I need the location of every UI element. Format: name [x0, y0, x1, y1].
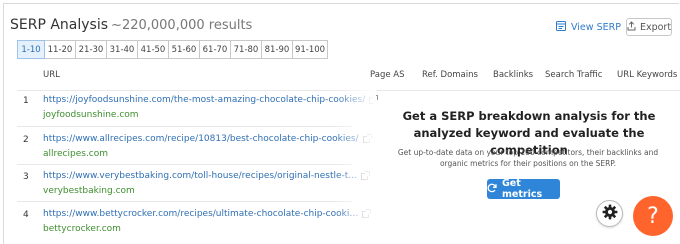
column-ref-domains[interactable]: Ref. Domains — [422, 70, 478, 80]
export-label: Export — [639, 21, 672, 33]
page-button-11-20[interactable]: 11-20 — [44, 40, 76, 59]
page-button-31-40[interactable]: 31-40 — [106, 40, 138, 59]
result-url: https://joyfoodsunshine.com/the-most-ama… — [43, 95, 366, 105]
result-url-link[interactable]: https://www.bettycrocker.com/recipes/ult… — [43, 208, 372, 219]
page-button-1-10[interactable]: 1-10 — [17, 40, 45, 59]
result-domain: joyfoodsunshine.com — [43, 110, 139, 120]
row-number: 4 — [23, 210, 29, 220]
row-number: 1 — [23, 96, 29, 106]
result-url: https://www.verybestbaking.com/toll-hous… — [43, 171, 358, 181]
row-divider — [17, 201, 352, 202]
view-serp-link[interactable]: View SERP — [556, 21, 621, 34]
result-url-link[interactable]: https://www.verybestbaking.com/toll-hous… — [43, 170, 371, 181]
row-divider — [17, 126, 352, 127]
result-url-link[interactable]: https://www.allrecipes.com/recipe/10813/… — [43, 133, 372, 144]
promo-subtitle: Get up-to-date data on your top 100 comp… — [397, 148, 659, 168]
result-domain: verybestbaking.com — [43, 186, 135, 196]
page-button-61-70[interactable]: 61-70 — [199, 40, 231, 59]
result-domain: bettycrocker.com — [43, 224, 121, 234]
column-backlinks[interactable]: Backlinks — [493, 70, 533, 80]
table-header: URL Page AS Ref. Domains Backlinks Searc… — [0, 70, 680, 84]
title-text: SERP Analysis — [10, 17, 109, 33]
column-url-keywords[interactable]: URL Keywords — [617, 70, 677, 80]
result-url: https://www.bettycrocker.com/recipes/ult… — [43, 209, 359, 219]
export-button[interactable]: Export — [626, 18, 672, 36]
page-button-71-80[interactable]: 71-80 — [230, 40, 262, 59]
help-icon: ? — [647, 203, 659, 229]
pagination: 1-10 11-20 21-30 31-40 41-50 51-60 61-70… — [17, 40, 328, 59]
column-search-traffic[interactable]: Search Traffic — [545, 70, 602, 80]
page-button-91-100[interactable]: 91-100 — [292, 40, 328, 59]
page-button-81-90[interactable]: 81-90 — [261, 40, 293, 59]
row-divider — [17, 164, 352, 165]
help-button[interactable]: ? — [633, 196, 673, 236]
result-url: https://www.allrecipes.com/recipe/10813/… — [43, 134, 359, 144]
get-metrics-button[interactable]: Get metrics — [487, 178, 560, 200]
page-button-51-60[interactable]: 51-60 — [168, 40, 200, 59]
row-number: 2 — [23, 135, 29, 145]
result-domain: allrecipes.com — [43, 149, 109, 159]
page-title: SERP Analysis ~220,000,000 results — [10, 17, 252, 33]
column-page-as[interactable]: Page AS — [370, 70, 405, 80]
view-serp-label: View SERP — [571, 22, 621, 33]
get-metrics-label: Get metrics — [502, 178, 543, 200]
result-count: ~220,000,000 results — [111, 18, 253, 33]
refresh-icon — [487, 183, 497, 196]
page-button-41-50[interactable]: 41-50 — [137, 40, 169, 59]
page-button-21-30[interactable]: 21-30 — [75, 40, 107, 59]
row-number: 3 — [23, 172, 29, 182]
view-serp-icon — [556, 21, 566, 34]
overlay-fade — [334, 89, 376, 237]
gear-icon — [602, 204, 618, 224]
settings-button[interactable] — [596, 200, 623, 227]
export-icon — [627, 20, 636, 34]
result-url-link[interactable]: https://joyfoodsunshine.com/the-most-ama… — [43, 94, 379, 105]
column-url[interactable]: URL — [43, 70, 60, 80]
